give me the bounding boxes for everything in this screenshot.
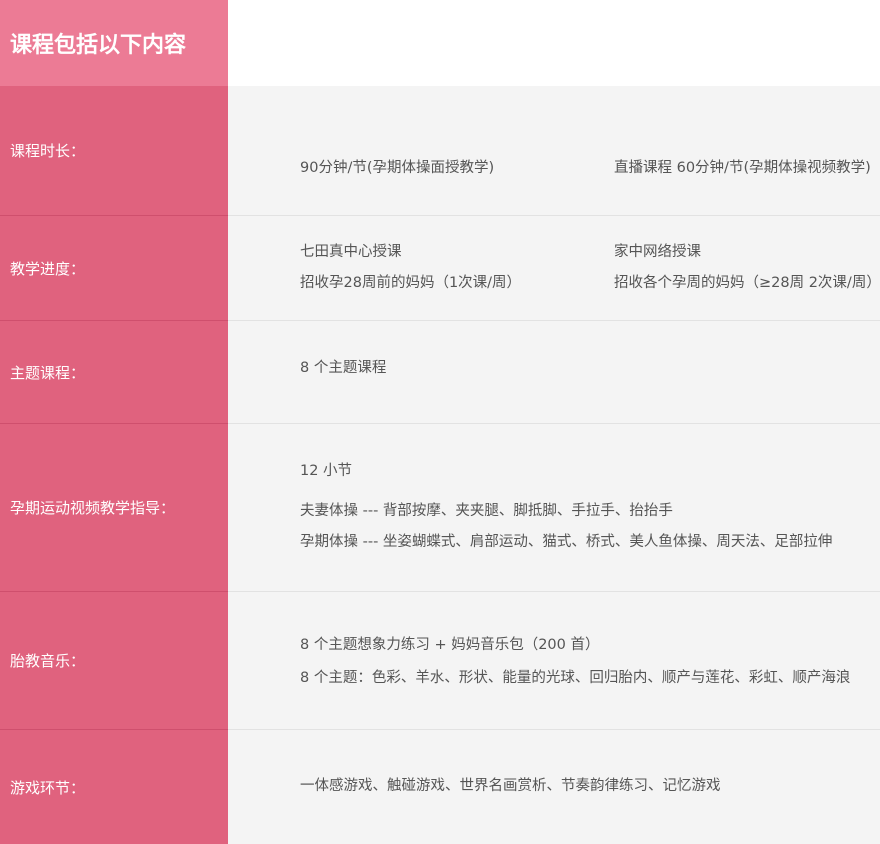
table-row-duration: 课程时长： 90分钟/节(孕期体操面授教学) 直播课程 60分钟/节(孕期体操视… [0, 86, 880, 216]
row-label: 课程时长： [0, 86, 228, 216]
header-blank-area [228, 0, 880, 86]
exercise-couple: 夫妻体操 --- 背部按摩、夹夹腿、脚抵脚、手拉手、抬抬手 [300, 503, 673, 519]
table-row-schedule: 教学进度： 七田真中心授课 招收孕28周前的妈妈（1次课/周） 家中网络授课 招… [0, 216, 880, 321]
row-content: 一体感游戏、触碰游戏、世界名画赏析、节奏韵律练习、记忆游戏 [228, 730, 880, 844]
row-label: 胎教音乐： [0, 592, 228, 730]
schedule-online-detail: 招收各个孕周的妈妈（≥28周 2次课/周） [614, 275, 880, 291]
section-title: 课程包括以下内容 [0, 0, 228, 86]
schedule-online-title: 家中网络授课 [614, 244, 701, 260]
table-row-exercise: 孕期运动视频教学指导： 12 小节 夫妻体操 --- 背部按摩、夹夹腿、脚抵脚、… [0, 424, 880, 592]
table-row-themes: 主题课程： 8 个主题课程 [0, 321, 880, 424]
table-row-games: 游戏环节： 一体感游戏、触碰游戏、世界名画赏析、节奏韵律练习、记忆游戏 [0, 730, 880, 844]
row-label: 游戏环节： [0, 730, 228, 844]
course-content-table: 课程时长： 90分钟/节(孕期体操面授教学) 直播课程 60分钟/节(孕期体操视… [0, 86, 880, 844]
exercise-pregnancy: 孕期体操 --- 坐姿蝴蝶式、肩部运动、猫式、桥式、美人鱼体操、周天法、足部拉伸 [300, 534, 833, 550]
row-content: 七田真中心授课 招收孕28周前的妈妈（1次课/周） 家中网络授课 招收各个孕周的… [228, 216, 880, 321]
row-content: 90分钟/节(孕期体操面授教学) 直播课程 60分钟/节(孕期体操视频教学) [228, 86, 880, 216]
music-package: 8 个主题想象力练习 + 妈妈音乐包（200 首） [300, 637, 600, 653]
exercise-sections: 12 小节 [300, 463, 353, 479]
duration-offline: 90分钟/节(孕期体操面授教学) [300, 160, 495, 176]
schedule-offline-title: 七田真中心授课 [300, 244, 402, 260]
row-content: 8 个主题课程 [228, 321, 880, 424]
duration-online: 直播课程 60分钟/节(孕期体操视频教学) [614, 160, 871, 176]
section-title-text: 课程包括以下内容 [10, 33, 187, 58]
row-content: 8 个主题想象力练习 + 妈妈音乐包（200 首） 8 个主题：色彩、羊水、形状… [228, 592, 880, 730]
schedule-offline-detail: 招收孕28周前的妈妈（1次课/周） [300, 275, 522, 291]
games-line: 一体感游戏、触碰游戏、世界名画赏析、节奏韵律练习、记忆游戏 [300, 778, 721, 794]
themes-line: 8 个主题课程 [300, 360, 387, 376]
row-label: 孕期运动视频教学指导： [0, 424, 228, 592]
row-label: 教学进度： [0, 216, 228, 321]
row-content: 12 小节 夫妻体操 --- 背部按摩、夹夹腿、脚抵脚、手拉手、抬抬手 孕期体操… [228, 424, 880, 592]
row-label: 主题课程： [0, 321, 228, 424]
table-row-music: 胎教音乐： 8 个主题想象力练习 + 妈妈音乐包（200 首） 8 个主题：色彩… [0, 592, 880, 730]
music-themes: 8 个主题：色彩、羊水、形状、能量的光球、回归胎内、顺产与莲花、彩虹、顺产海浪 [300, 670, 851, 686]
